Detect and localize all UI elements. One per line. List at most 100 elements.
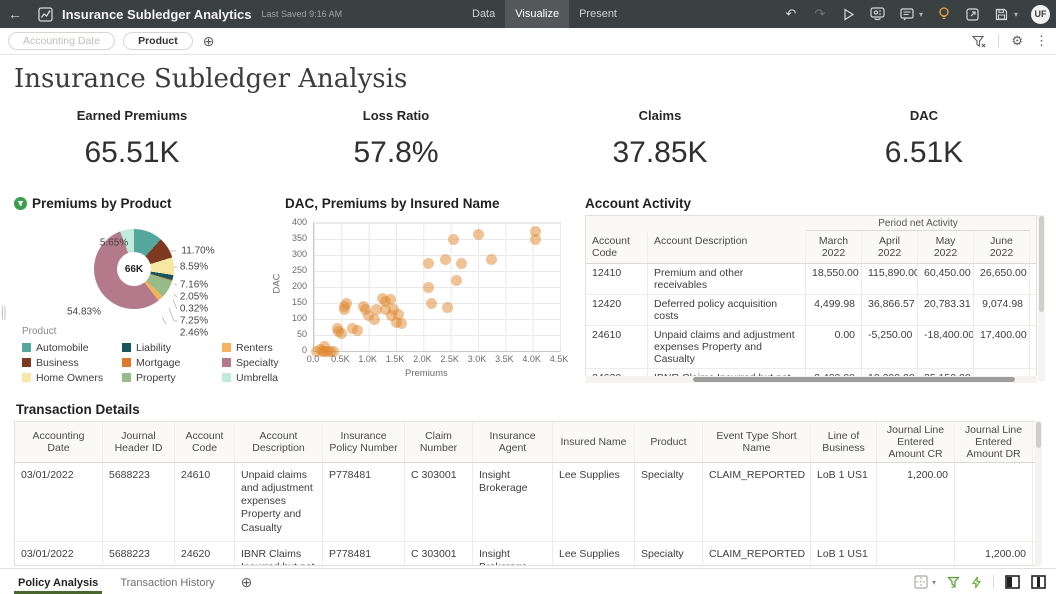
column-header[interactable]: Journal Line Entered Amount DR [955, 422, 1033, 462]
legend-item[interactable]: Automobile [22, 340, 108, 355]
column-header[interactable]: Insured Name [553, 422, 635, 462]
refresh-data-icon[interactable] [870, 6, 886, 22]
kpi-loss-ratio[interactable]: Loss Ratio 57.8% [264, 108, 528, 170]
filter-chip-accounting-date[interactable]: Accounting Date [8, 32, 115, 50]
add-filter-icon[interactable]: ⊕ [203, 33, 215, 50]
donut-title-text: Premiums by Product [32, 196, 172, 211]
panel-drag-handle[interactable]: |||| [1, 308, 6, 318]
comment-icon[interactable] [899, 6, 915, 22]
table-cell: C 303001 [405, 463, 473, 541]
column-header[interactable]: Insurance Policy Number [323, 422, 405, 462]
kpi-earned-premiums[interactable]: Earned Premiums 65.51K [0, 108, 264, 170]
legend-item[interactable]: Liability [122, 340, 208, 355]
redo-icon[interactable]: ↷ [812, 6, 828, 22]
column-header[interactable]: Journal Header ID [103, 422, 175, 462]
save-icon[interactable] [994, 6, 1010, 22]
scatter-point[interactable] [396, 318, 407, 329]
limit-filters-icon[interactable] [972, 35, 986, 48]
table-cell: 0.00 [806, 326, 862, 368]
account-activity-vertical-scrollbar[interactable] [1038, 215, 1045, 381]
table-row[interactable]: 03/01/2022568822324610Unpaid claims and … [15, 463, 1039, 542]
table-cell: Specialty [635, 542, 703, 566]
column-header[interactable]: Insurance Agent [473, 422, 553, 462]
legend-item[interactable]: Home Owners [22, 370, 108, 385]
scatter-point[interactable] [423, 258, 434, 269]
table-row[interactable]: 12410Premium and other receivables18,550… [586, 264, 1036, 295]
column-header[interactable]: Journal Line Entered Amount CR [877, 422, 955, 462]
toggle-right-panel-icon[interactable] [1031, 575, 1046, 589]
tab-present[interactable]: Present [569, 0, 627, 28]
add-canvas-icon[interactable]: ⊕ [241, 574, 253, 591]
scatter-point[interactable] [473, 229, 484, 240]
auto-refresh-lightning-icon[interactable] [971, 576, 982, 589]
table-row[interactable]: 03/01/2022568822324620IBNR Claims Incurr… [15, 542, 1039, 566]
scatter-point[interactable] [456, 258, 467, 269]
kpi-claims[interactable]: Claims 37.85K [528, 108, 792, 170]
transaction-details-vertical-scrollbar[interactable] [1035, 421, 1042, 566]
account-activity-horizontal-scrollbar[interactable] [585, 376, 1037, 383]
column-header[interactable]: Product [635, 422, 703, 462]
column-header[interactable]: Claim Number [405, 422, 473, 462]
canvas-tab-transaction-history[interactable]: Transaction History [116, 572, 218, 593]
scatter-point[interactable] [530, 234, 541, 245]
column-header[interactable]: Account Code [175, 422, 235, 462]
scatter-point[interactable] [341, 298, 352, 309]
canvas-settings-gear-icon[interactable]: ⚙ [1011, 33, 1023, 49]
scatter-point[interactable] [352, 325, 363, 336]
scatter-point[interactable] [448, 234, 459, 245]
legend-label: Property [136, 372, 176, 384]
insights-lightbulb-icon[interactable] [936, 6, 952, 22]
scatter-point[interactable] [369, 314, 380, 325]
table-cell: IBNR Claims Incurred but not reported [235, 542, 323, 566]
auto-apply-filters-icon[interactable] [947, 576, 960, 589]
canvas-layout-icon[interactable] [914, 575, 928, 589]
x-tick-label: 2.0K [413, 354, 432, 364]
y-tick-label: 250 [292, 265, 307, 275]
table-row[interactable]: 12420Deferred policy acquisition costs4,… [586, 295, 1036, 326]
tab-visualize[interactable]: Visualize [505, 0, 569, 28]
table-cell: 20,783.31 [918, 295, 974, 325]
scatter-point[interactable] [336, 328, 347, 339]
column-header[interactable]: March 2022 [806, 231, 862, 263]
legend-item[interactable]: Mortgage [122, 355, 208, 370]
scatter-point[interactable] [486, 254, 497, 265]
toggle-left-panel-icon[interactable] [1005, 575, 1020, 589]
scatter-y-axis-label: DAC [272, 273, 283, 293]
kpi-dac[interactable]: DAC 6.51K [792, 108, 1056, 170]
canvas-menu-kebab-icon[interactable]: ⋮ [1035, 33, 1048, 49]
column-header[interactable]: May 2022 [918, 231, 974, 263]
filter-applied-icon[interactable] [14, 197, 27, 210]
scatter-point[interactable] [440, 254, 451, 265]
legend-item[interactable]: Property [122, 370, 208, 385]
legend-title: Product [22, 326, 56, 337]
bottom-bar-actions: ▾ [914, 575, 1046, 589]
column-header[interactable]: Account Description [235, 422, 323, 462]
column-header[interactable]: Account Code [586, 231, 648, 263]
preview-play-icon[interactable] [841, 6, 857, 22]
save-caret-icon[interactable]: ▾ [1014, 10, 1018, 19]
scatter-point[interactable] [451, 275, 462, 286]
column-header[interactable]: Line of Business [811, 422, 877, 462]
legend-swatch [122, 358, 131, 367]
column-header[interactable]: Event Type Short Name [703, 422, 811, 462]
table-row[interactable]: 24610Unpaid claims and adjustment expens… [586, 326, 1036, 369]
column-header[interactable]: April 2022 [862, 231, 918, 263]
canvas-tab-policy-analysis[interactable]: Policy Analysis [14, 572, 102, 593]
scatter-x-axis-label: Premiums [405, 368, 448, 379]
comment-caret-icon[interactable]: ▾ [919, 10, 923, 19]
scatter-point[interactable] [423, 282, 434, 293]
column-header[interactable]: Account Description [648, 231, 806, 263]
scatter-plot [313, 222, 561, 352]
column-header[interactable]: Accounting Date [15, 422, 103, 462]
tab-data[interactable]: Data [462, 0, 505, 28]
filter-chip-product[interactable]: Product [123, 32, 193, 50]
scatter-point[interactable] [442, 302, 453, 313]
column-header[interactable]: June 2022 [974, 231, 1030, 263]
user-avatar[interactable]: UF [1031, 5, 1050, 24]
scatter-point[interactable] [426, 298, 437, 309]
open-in-new-icon[interactable] [965, 6, 981, 22]
canvas-layout-caret-icon[interactable]: ▾ [932, 578, 936, 587]
undo-icon[interactable]: ↶ [783, 6, 799, 22]
legend-item[interactable]: Business [22, 355, 108, 370]
back-icon[interactable]: ← [0, 6, 30, 22]
